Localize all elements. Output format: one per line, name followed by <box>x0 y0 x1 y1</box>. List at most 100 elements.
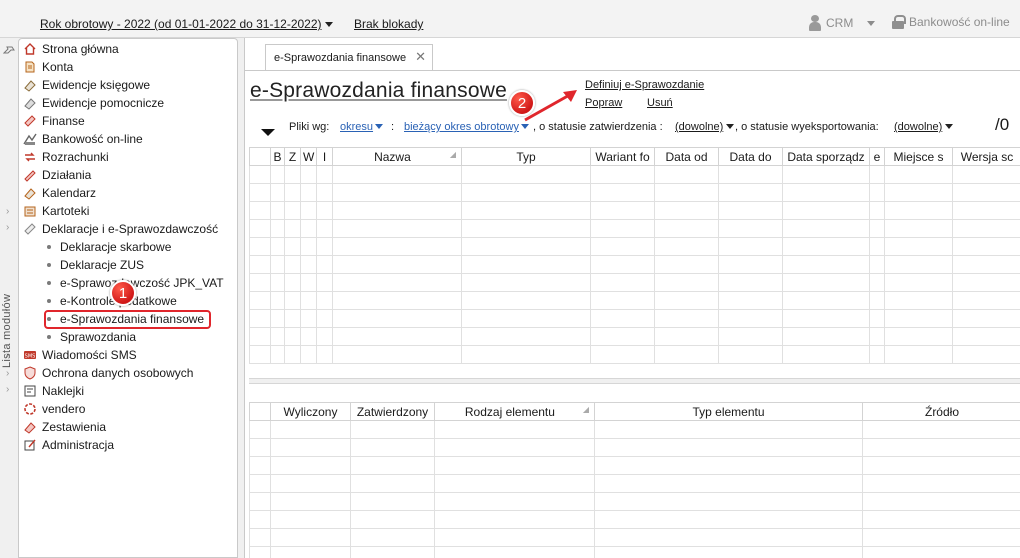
table-cell[interactable] <box>862 492 1020 511</box>
table-cell[interactable] <box>249 183 271 202</box>
table-cell[interactable] <box>590 309 655 328</box>
table-cell[interactable] <box>654 309 719 328</box>
table-cell[interactable] <box>332 201 462 220</box>
table-cell[interactable] <box>350 438 435 457</box>
table-cell[interactable] <box>461 255 591 274</box>
table-row[interactable] <box>249 420 1020 439</box>
column-header[interactable]: Źródło <box>862 402 1020 421</box>
sidebar-item-data-protection[interactable]: Ochrona danych osobowych <box>23 364 193 382</box>
table-cell[interactable] <box>782 219 870 238</box>
panel-splitter[interactable] <box>249 378 1020 384</box>
table-cell[interactable] <box>284 309 301 328</box>
table-cell[interactable] <box>884 165 953 184</box>
table-cell[interactable] <box>952 327 1020 346</box>
column-header[interactable] <box>249 402 271 421</box>
table-cell[interactable] <box>284 219 301 238</box>
table-row[interactable] <box>249 255 1020 274</box>
table-cell[interactable] <box>270 510 351 529</box>
table-cell[interactable] <box>654 255 719 274</box>
table-cell[interactable] <box>332 345 462 364</box>
statements-table[interactable]: B Z W I ◢ Nazwa Typ Wariant fo Data od Da… <box>249 147 1020 364</box>
table-cell[interactable] <box>332 327 462 346</box>
table-row[interactable] <box>249 183 1020 202</box>
filter-toggle-icon[interactable] <box>261 129 275 136</box>
table-cell[interactable] <box>434 438 595 457</box>
table-cell[interactable] <box>332 255 462 274</box>
sidebar-item-calendar[interactable]: Kalendarz <box>23 184 96 202</box>
table-cell[interactable] <box>718 165 783 184</box>
table-cell[interactable] <box>316 165 333 184</box>
table-cell[interactable] <box>316 309 333 328</box>
table-row[interactable] <box>249 345 1020 364</box>
table-cell[interactable] <box>594 510 863 529</box>
table-cell[interactable] <box>884 255 953 274</box>
table-cell[interactable] <box>270 345 285 364</box>
table-cell[interactable] <box>434 510 595 529</box>
table-cell[interactable] <box>782 345 870 364</box>
table-cell[interactable] <box>270 438 351 457</box>
table-cell[interactable] <box>884 327 953 346</box>
table-cell[interactable] <box>300 237 317 256</box>
table-row[interactable] <box>249 456 1020 475</box>
table-cell[interactable] <box>869 273 885 292</box>
table-row[interactable] <box>249 474 1020 493</box>
column-header[interactable]: Zatwierdzony <box>350 402 435 421</box>
column-header[interactable]: W <box>300 147 317 166</box>
sidebar-item-bank[interactable]: Bankowość on-line <box>23 130 143 148</box>
table-cell[interactable] <box>952 201 1020 220</box>
table-row[interactable] <box>249 438 1020 457</box>
table-cell[interactable] <box>434 546 595 558</box>
table-cell[interactable] <box>862 474 1020 493</box>
sidebar-item-actions[interactable]: Działania <box>23 166 91 184</box>
table-cell[interactable] <box>884 183 953 202</box>
table-cell[interactable] <box>249 420 271 439</box>
elements-table[interactable]: Wyliczony Zatwierdzony ◢ Rodzaj elementu … <box>249 402 1020 558</box>
table-cell[interactable] <box>654 237 719 256</box>
table-cell[interactable] <box>332 237 462 256</box>
table-cell[interactable] <box>654 201 719 220</box>
table-cell[interactable] <box>590 183 655 202</box>
table-cell[interactable] <box>350 546 435 558</box>
table-cell[interactable] <box>316 237 333 256</box>
table-cell[interactable] <box>284 327 301 346</box>
table-cell[interactable] <box>590 327 655 346</box>
table-cell[interactable] <box>862 456 1020 475</box>
table-row[interactable] <box>249 546 1020 558</box>
table-cell[interactable] <box>594 420 863 439</box>
table-cell[interactable] <box>654 291 719 310</box>
table-cell[interactable] <box>249 528 271 547</box>
table-cell[interactable] <box>594 438 863 457</box>
table-cell[interactable] <box>316 273 333 292</box>
table-row[interactable] <box>249 219 1020 238</box>
table-cell[interactable] <box>654 183 719 202</box>
table-cell[interactable] <box>270 165 285 184</box>
table-cell[interactable] <box>884 219 953 238</box>
table-cell[interactable] <box>300 183 317 202</box>
table-cell[interactable] <box>461 345 591 364</box>
table-cell[interactable] <box>718 201 783 220</box>
table-row[interactable] <box>249 309 1020 328</box>
table-cell[interactable] <box>718 327 783 346</box>
table-cell[interactable] <box>284 291 301 310</box>
table-cell[interactable] <box>300 255 317 274</box>
table-cell[interactable] <box>869 345 885 364</box>
sidebar-item-stickers[interactable]: Naklejki <box>23 382 84 400</box>
filter-export-dropdown[interactable]: (dowolne) <box>894 121 954 133</box>
table-cell[interactable] <box>350 510 435 529</box>
table-cell[interactable] <box>782 327 870 346</box>
column-header-element-kind[interactable]: ◢ Rodzaj elementu <box>434 402 595 421</box>
sidebar-item-accounts[interactable]: Konta <box>23 58 73 76</box>
column-header[interactable]: Data sporządz <box>782 147 870 166</box>
table-cell[interactable] <box>884 309 953 328</box>
column-header[interactable]: Typ elementu <box>594 402 863 421</box>
table-cell[interactable] <box>718 183 783 202</box>
table-cell[interactable] <box>300 327 317 346</box>
table-cell[interactable] <box>270 546 351 558</box>
column-header[interactable]: B <box>270 147 285 166</box>
table-cell[interactable] <box>461 291 591 310</box>
fiscal-year-selector[interactable]: Rok obrotowy - 2022 (od 01-01-2022 do 31… <box>40 17 333 31</box>
table-cell[interactable] <box>862 546 1020 558</box>
table-cell[interactable] <box>270 255 285 274</box>
table-cell[interactable] <box>952 255 1020 274</box>
table-cell[interactable] <box>434 492 595 511</box>
